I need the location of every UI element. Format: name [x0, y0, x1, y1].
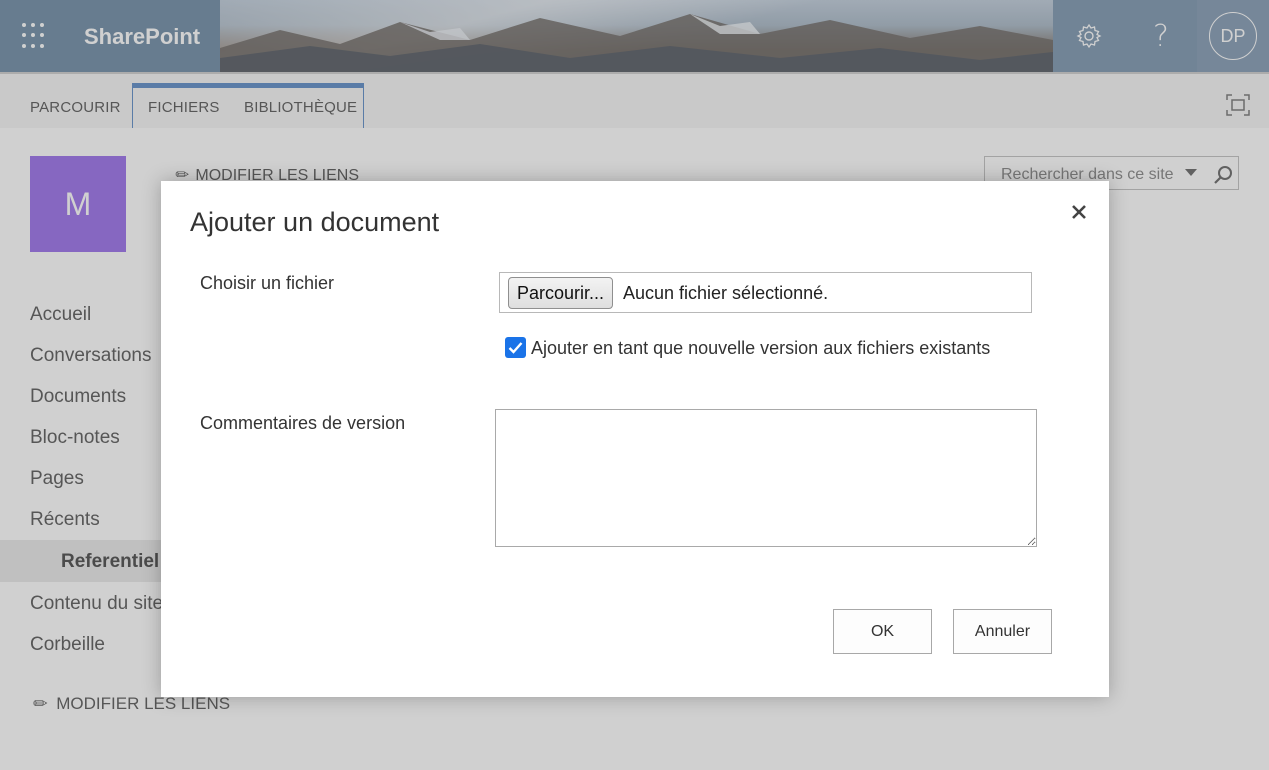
checkmark-icon [508, 342, 523, 354]
cancel-button[interactable]: Annuler [953, 609, 1052, 654]
add-document-dialog: Ajouter un document Choisir un fichier P… [161, 181, 1109, 697]
file-input[interactable]: Parcourir... Aucun fichier sélectionné. [499, 272, 1032, 313]
version-comments-textarea[interactable] [495, 409, 1037, 547]
dialog-title: Ajouter un document [190, 207, 440, 237]
close-button[interactable] [1068, 201, 1090, 223]
close-icon [1072, 205, 1086, 219]
browse-button[interactable]: Parcourir... [508, 277, 614, 309]
add-version-checkbox[interactable] [505, 337, 526, 358]
version-comments-label: Commentaires de version [200, 413, 406, 433]
ok-button[interactable]: OK [833, 609, 932, 654]
no-file-text: Aucun fichier sélectionné. [623, 283, 829, 303]
choose-file-label: Choisir un fichier [200, 273, 335, 293]
add-version-label: Ajouter en tant que nouvelle version aux… [531, 338, 991, 358]
